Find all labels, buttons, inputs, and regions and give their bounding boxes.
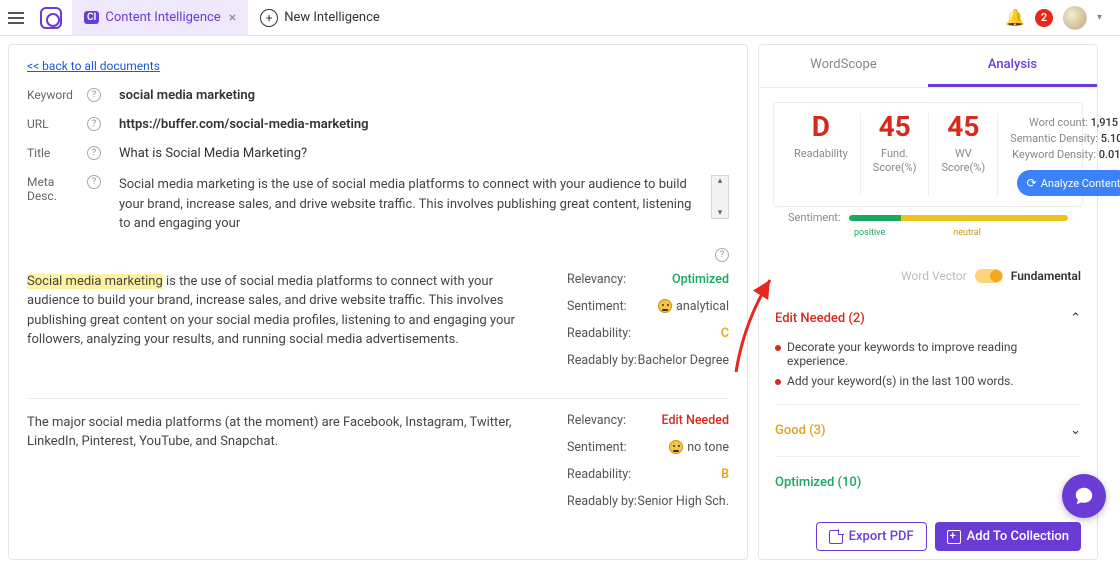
sentiment-label: Sentiment: [788,211,841,224]
wordvector-toggle[interactable] [975,269,1003,283]
label-readably: Readably by: [567,353,637,368]
keyword-density: 0.016% [1099,148,1120,161]
chevron-down-icon[interactable]: ▾ [1097,12,1102,23]
help-icon[interactable]: ? [87,117,101,131]
tab-content-intelligence[interactable]: CI Content Intelligence × [72,0,248,35]
fundamental-label: Fundamental [1011,269,1081,283]
label-title: Title [27,146,82,160]
label-sentiment: Sentiment: [567,440,627,455]
list-item: Decorate your keywords to improve readin… [775,340,1081,368]
label-relevancy: Relevancy: [567,413,626,428]
segment-text: Social media marketing is the use of soc… [27,272,567,380]
help-icon[interactable]: ? [715,248,729,262]
chevron-up-icon: ⌃ [1070,311,1081,326]
chat-fab[interactable] [1062,474,1106,518]
value-meta-desc: Social media marketing is the use of soc… [119,175,703,234]
avatar[interactable] [1063,6,1087,30]
sentiment-positive-label: positive [854,228,885,238]
readability-grade: D [794,113,848,141]
sentiment-bar [849,215,1068,221]
fund-score: 45 [873,113,917,141]
label-readably: Readably by: [567,494,637,509]
tab-new-intelligence[interactable]: + New Intelligence [248,0,392,35]
help-icon[interactable]: ? [87,146,101,160]
value-readably: Bachelor Degree [638,353,729,368]
notification-count[interactable]: 2 [1035,9,1053,27]
label-relevancy: Relevancy: [567,272,626,287]
help-icon[interactable]: ? [87,175,101,189]
label-readability: Readability: [567,467,631,482]
value-sentiment: no tone [669,440,729,455]
accordion-edit-needed[interactable]: Edit Needed (2) ⌃ [775,293,1081,334]
back-link[interactable]: << back to all documents [27,59,160,73]
close-icon[interactable]: × [229,10,236,26]
value-readably: Senior High Sch. [637,494,729,509]
tab-label: New Intelligence [284,10,380,25]
analyze-button[interactable]: Analyze Content [1017,170,1120,196]
accordion-good[interactable]: Good (3) ⌄ [775,405,1081,457]
sentiment-neutral-label: neutral [953,228,981,238]
tab-wordscope[interactable]: WordScope [759,45,928,87]
plus-icon: + [260,9,278,27]
segment-text: The major social media platforms (at the… [27,413,567,521]
readability-label: Readability [794,147,848,161]
semantic-density: 5.108% [1101,132,1120,145]
value-readability: B [721,467,729,482]
wordvector-label: Word Vector [901,269,967,283]
chat-icon [1073,485,1095,507]
bell-icon[interactable]: 🔔 [1005,8,1025,27]
label-keyword: Keyword [27,88,82,102]
label-readability: Readability: [567,326,631,341]
word-count: 1,915 [1091,116,1118,129]
highlight-keyword: Social media marketing [27,274,163,289]
list-item: Add your keyword(s) in the last 100 word… [775,374,1081,388]
tab-badge: CI [84,11,99,24]
menu-icon[interactable] [8,6,32,30]
add-collection-button[interactable]: Add To Collection [935,522,1081,551]
score-card: D Readability 45 Fund.Score(%) 45 WVScor… [773,102,1083,207]
face-icon [658,299,672,313]
value-relevancy: Optimized [672,272,729,287]
wv-score: 45 [941,113,985,141]
accordion-optimized[interactable]: Optimized (10) ⌄ [775,457,1081,508]
value-url: https://buffer.com/social-media-marketin… [119,117,729,132]
value-readability: C [721,326,729,341]
tab-analysis[interactable]: Analysis [928,45,1097,87]
export-pdf-button[interactable]: Export PDF [816,522,927,551]
app-logo [40,7,62,29]
value-title: What is Social Media Marketing? [119,146,729,161]
label-sentiment: Sentiment: [567,299,627,314]
face-icon [669,440,683,454]
chevron-down-icon: ⌄ [1070,423,1081,438]
scrollbar[interactable]: ▴▾ [711,175,729,219]
label-meta: Meta Desc. [27,175,82,203]
label-url: URL [27,117,82,131]
value-relevancy: Edit Needed [662,413,730,428]
help-icon[interactable]: ? [87,88,101,102]
value-sentiment: analytical [658,299,729,314]
value-keyword: social media marketing [119,88,729,103]
tab-label: Content Intelligence [105,10,220,25]
